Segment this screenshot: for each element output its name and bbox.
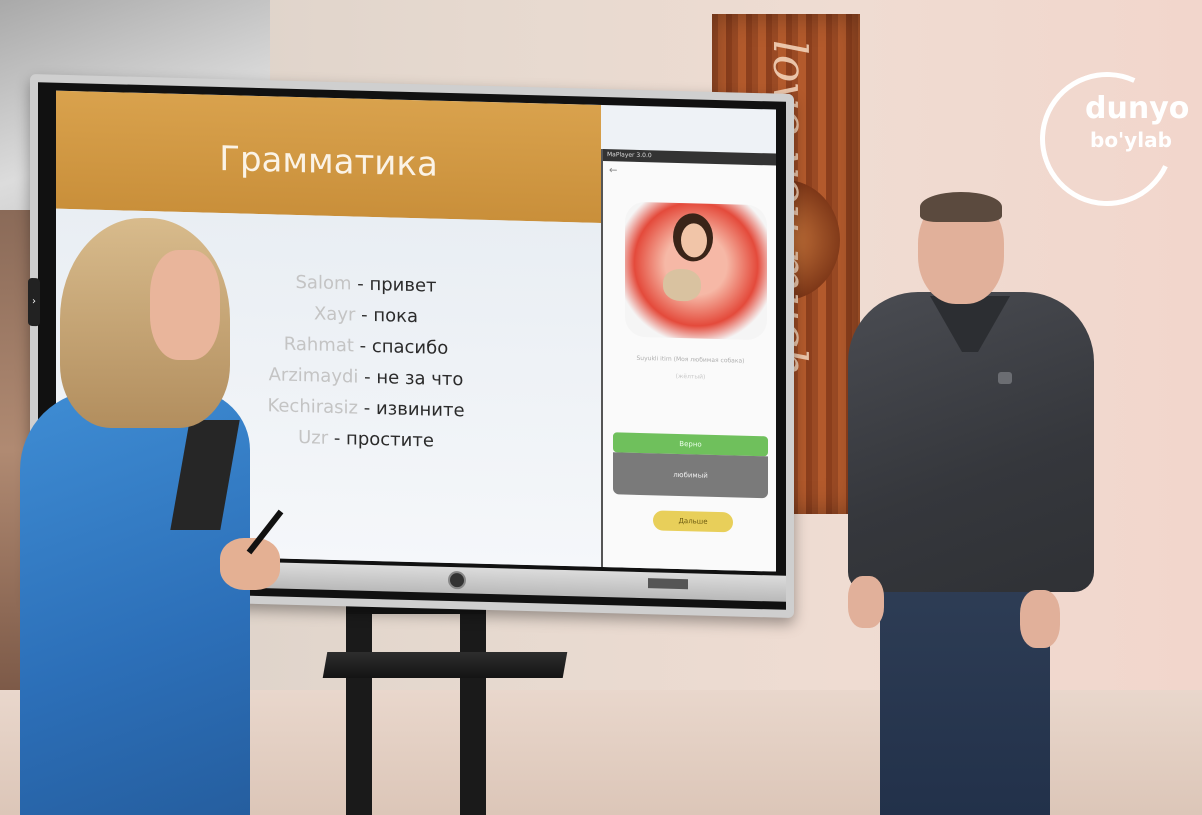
camera-icon bbox=[448, 570, 466, 590]
app-window-title: MaPlayer 3.0.0 bbox=[603, 149, 776, 166]
presenter-woman-face bbox=[150, 250, 220, 360]
channel-logo-title: dunyo bbox=[1085, 91, 1190, 126]
quiz-subcaption: (жёлтый) bbox=[675, 372, 706, 381]
side-menu-handle[interactable]: › bbox=[28, 277, 40, 327]
channel-logo-subtitle: bo'ylab bbox=[1090, 128, 1172, 152]
stand-shelf bbox=[322, 652, 568, 678]
vocabulary-list: Salom - привет Xayr - пока Rahmat - спас… bbox=[206, 265, 526, 459]
answer-option[interactable]: любимый bbox=[613, 452, 768, 499]
next-button[interactable]: Дальше bbox=[653, 510, 733, 533]
sweater-logo bbox=[998, 372, 1012, 384]
presenter-man-hand-left bbox=[848, 576, 884, 628]
photo-dog bbox=[663, 268, 701, 302]
stand-pole-right bbox=[460, 590, 486, 815]
photo-girl-face bbox=[681, 223, 707, 258]
quiz-caption: Suyukli itim (Моя любимая собака) bbox=[636, 354, 745, 365]
stand-pole-left bbox=[346, 590, 372, 815]
presenter-man-hand-right bbox=[1020, 590, 1060, 648]
arrow-left-icon[interactable]: ← bbox=[609, 165, 617, 176]
app-panel: MaPlayer 3.0.0 ← Suyukli itim (Моя любим… bbox=[601, 148, 776, 572]
presenter-man-hair bbox=[920, 192, 1002, 222]
power-button[interactable] bbox=[648, 578, 688, 590]
